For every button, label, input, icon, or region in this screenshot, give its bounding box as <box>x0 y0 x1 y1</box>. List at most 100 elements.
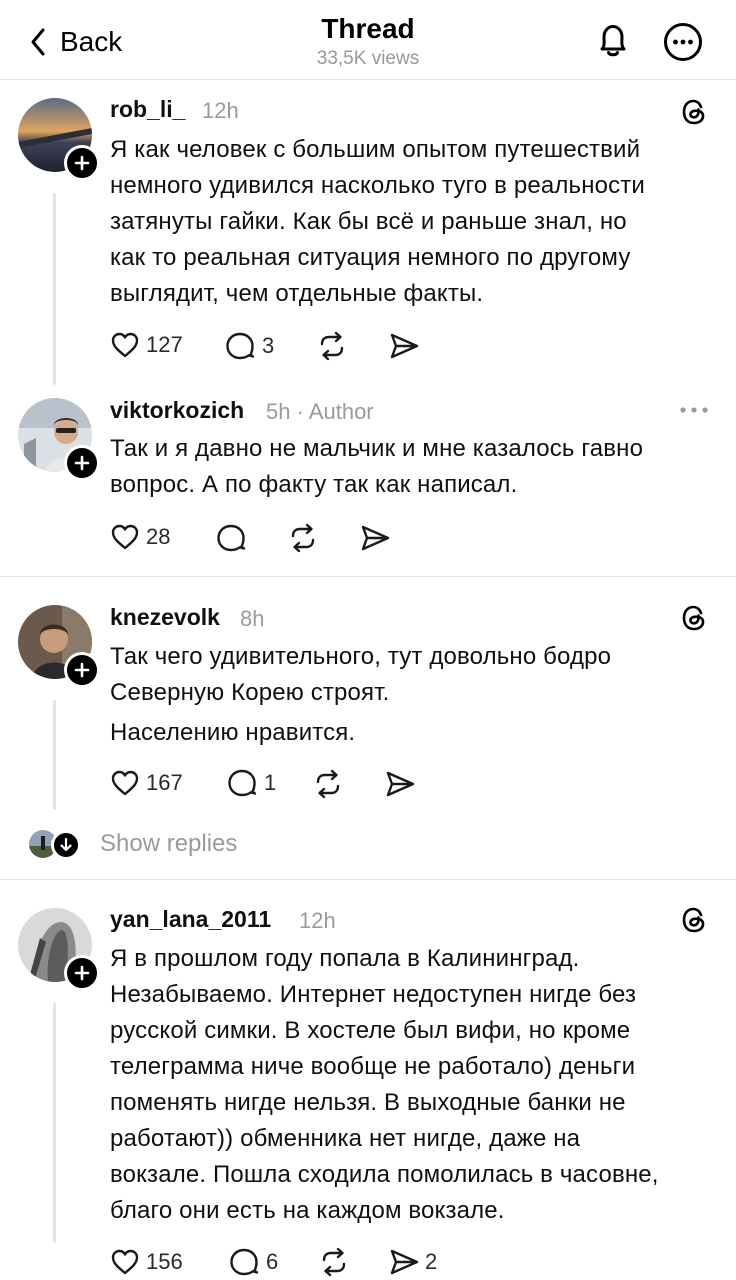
follow-button[interactable] <box>64 445 100 481</box>
threads-logo[interactable] <box>680 906 708 934</box>
view-count: 33,5K views <box>316 48 420 69</box>
share-button[interactable]: 2 <box>389 1247 437 1277</box>
threads-logo-icon <box>682 907 705 933</box>
post-text: Я как человек с большим опытом путешеств… <box>110 132 720 312</box>
like-count: 28 <box>146 524 171 549</box>
reply-button[interactable]: 3 <box>224 330 274 362</box>
post-time: 12h <box>299 908 336 933</box>
post-text: Так и я давно не мальчик и мне казалось … <box>110 431 720 503</box>
post-menu-button[interactable] <box>680 407 708 413</box>
repost-button[interactable] <box>288 523 318 553</box>
post-line: Незабываемо. Интернет недоступен нигде б… <box>110 981 637 1008</box>
username[interactable]: viktorkozich <box>110 397 244 424</box>
share-button[interactable] <box>385 769 421 799</box>
back-label: Back <box>60 26 123 57</box>
username[interactable]: rob_li_ <box>110 96 185 123</box>
threads-logo-icon <box>682 605 705 631</box>
back-button[interactable]: Back <box>30 22 122 62</box>
top-bar: Back Thread 33,5K views <box>0 0 736 80</box>
post-line: Северную Корею строят. <box>110 679 390 706</box>
threads-logo[interactable] <box>680 98 708 126</box>
post-line: затянуты гайки. Как бы всё и раньше знал… <box>110 208 627 235</box>
bell-icon <box>600 25 626 57</box>
like-count: 127 <box>146 332 183 357</box>
plus-icon <box>74 965 90 981</box>
share-count: 2 <box>425 1249 438 1274</box>
repost-icon <box>291 523 315 553</box>
plus-icon <box>74 155 90 171</box>
repost-button[interactable] <box>313 769 343 799</box>
comment-icon <box>228 769 257 797</box>
follow-button[interactable] <box>64 145 100 181</box>
reply-button[interactable]: 1 <box>226 767 276 799</box>
thread-line <box>53 1003 56 1243</box>
post-line: немного удивился насколько туго в реальн… <box>110 172 645 199</box>
share-button[interactable] <box>389 331 425 361</box>
divider <box>0 879 736 880</box>
username[interactable]: yan_lana_2011 <box>110 906 271 933</box>
reply-button[interactable]: 6 <box>228 1246 278 1278</box>
reply-button[interactable] <box>215 522 253 554</box>
page-title: Thread <box>321 13 415 44</box>
post-text: Так чего удивительного, тут довольно бод… <box>110 639 720 751</box>
post-text: Я в прошлом году попала в Калининград. Н… <box>110 941 720 1229</box>
post-line: Так чего удивительного, тут довольно бод… <box>110 643 612 670</box>
share-icon <box>386 771 415 797</box>
repost-button[interactable] <box>317 331 347 361</box>
post-line: Я в прошлом году попала в Калининград. <box>110 945 580 972</box>
share-icon <box>390 1249 419 1275</box>
arrow-down-icon <box>60 837 72 852</box>
plus-icon <box>74 455 90 471</box>
post-line: благо они есть на каждом вокзале. <box>110 1197 505 1224</box>
show-replies-link[interactable]: Show replies <box>100 830 237 858</box>
repost-button[interactable] <box>319 1247 349 1277</box>
post-line: как то реальная ситуация немного по друг… <box>110 244 631 271</box>
like-button[interactable]: 167 <box>110 768 183 798</box>
threads-logo[interactable] <box>680 604 708 632</box>
share-icon <box>390 333 419 359</box>
divider <box>0 576 736 577</box>
username[interactable]: knezevolk <box>110 604 220 631</box>
share-icon <box>361 525 390 551</box>
expand-replies-badge[interactable] <box>51 830 81 860</box>
repost-icon <box>316 769 340 799</box>
share-button[interactable] <box>360 523 396 553</box>
notifications-button[interactable] <box>593 20 633 60</box>
heart-icon <box>111 1249 139 1275</box>
more-options-button[interactable] <box>663 22 703 62</box>
thread-line <box>53 700 56 810</box>
more-horizontal-icon <box>680 407 708 413</box>
plus-icon <box>74 662 90 678</box>
reply-count: 3 <box>262 333 275 358</box>
post-time: 5h · Author <box>266 399 374 424</box>
post-line: Населению нравится. <box>110 719 356 746</box>
reply-count: 6 <box>266 1249 279 1274</box>
follow-button[interactable] <box>64 955 100 991</box>
post-time: 12h <box>202 98 239 123</box>
like-button[interactable]: 127 <box>110 330 183 360</box>
like-count: 167 <box>146 770 183 795</box>
repost-icon <box>320 331 344 361</box>
follow-button[interactable] <box>64 652 100 688</box>
chevron-left-icon <box>31 28 45 56</box>
post-line: вопрос. А по факту так как написал. <box>110 471 518 498</box>
heart-icon <box>111 770 139 796</box>
post-line: телеграмма ниче вообще не работало) день… <box>110 1053 636 1080</box>
post-time: 8h <box>240 606 265 631</box>
heart-icon <box>111 332 139 358</box>
like-count: 156 <box>146 1249 183 1274</box>
like-button[interactable]: 156 <box>110 1247 183 1277</box>
title-block: Thread 33,5K views <box>218 12 518 71</box>
post-line: выглядит, чем отдельные факты. <box>110 280 484 307</box>
post-line: поменять нигде нельзя. В выходные банки … <box>110 1089 626 1116</box>
threads-logo-icon <box>682 99 705 125</box>
post-line: Я как человек с большим опытом путешеств… <box>110 136 641 163</box>
post-line: работают)) обменника нет нигде, даже на <box>110 1125 581 1152</box>
comment-icon <box>230 1248 259 1276</box>
reply-count: 1 <box>264 770 277 795</box>
thread-line <box>53 193 56 385</box>
comment-icon <box>226 332 255 360</box>
post-line: вокзале. Пошла сходила помолилась в часо… <box>110 1161 659 1188</box>
like-button[interactable]: 28 <box>110 522 170 552</box>
repost-icon <box>322 1247 346 1277</box>
